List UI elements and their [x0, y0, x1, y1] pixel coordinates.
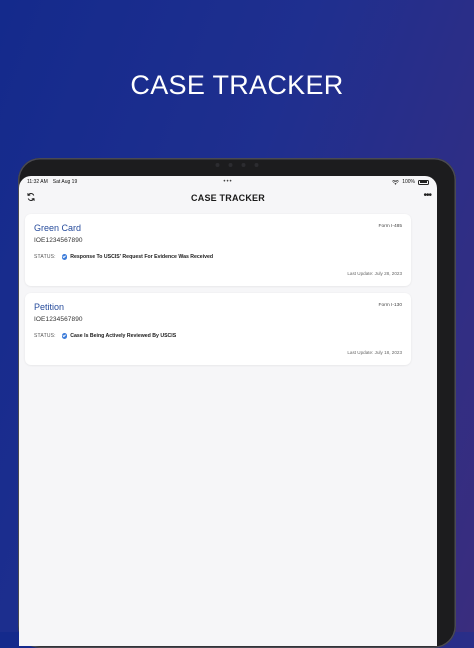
status-label: STATUS:	[34, 333, 56, 339]
promo-headline: CASE TRACKER	[130, 70, 344, 100]
check-circle-icon	[61, 333, 68, 339]
last-update: Last Update: July 28, 2023	[347, 271, 402, 276]
battery-icon	[418, 179, 429, 185]
status-row: STATUS: Response To USCIS' Request For E…	[34, 254, 213, 260]
battery-percent: 100%	[402, 179, 415, 185]
form-type: Form I-485	[378, 224, 402, 229]
status-label: STATUS:	[34, 254, 56, 260]
refresh-icon[interactable]	[26, 192, 36, 202]
last-update: Last Update: July 18, 2023	[347, 350, 402, 355]
status-row: STATUS: Case Is Being Actively Reviewed …	[34, 333, 176, 339]
case-name: Petition	[34, 302, 65, 312]
check-circle-icon	[61, 254, 68, 260]
multitask-dots-icon[interactable]: •••	[223, 179, 232, 185]
status-date: Sat Aug 19	[52, 179, 78, 185]
case-card-petition[interactable]: Petition Form I-130 IOE1234567890 STATUS…	[25, 293, 411, 365]
app-screen: 11:32 AM Sat Aug 19 ••• 100% CASE TRACKE…	[19, 176, 437, 646]
navigation-bar: CASE TRACKER •••	[19, 188, 437, 208]
case-status: Case Is Being Actively Reviewed By USCIS	[70, 333, 177, 339]
camera-sensors	[215, 163, 259, 167]
status-time: 11:32 AM	[27, 179, 48, 185]
case-card-green-card[interactable]: Green Card Form I-485 IOE1234567890 STAT…	[25, 214, 411, 286]
page-title: CASE TRACKER	[191, 193, 265, 203]
receipt-number: IOE1234567890	[34, 316, 83, 323]
status-bar: 11:32 AM Sat Aug 19 ••• 100%	[19, 176, 437, 188]
more-options-icon[interactable]: •••	[423, 191, 431, 201]
wifi-icon	[392, 179, 400, 185]
case-status: Response To USCIS' Request For Evidence …	[70, 254, 214, 260]
receipt-number: IOE1234567890	[34, 237, 83, 244]
case-name: Green Card	[34, 223, 82, 233]
form-type: Form I-130	[378, 303, 402, 308]
